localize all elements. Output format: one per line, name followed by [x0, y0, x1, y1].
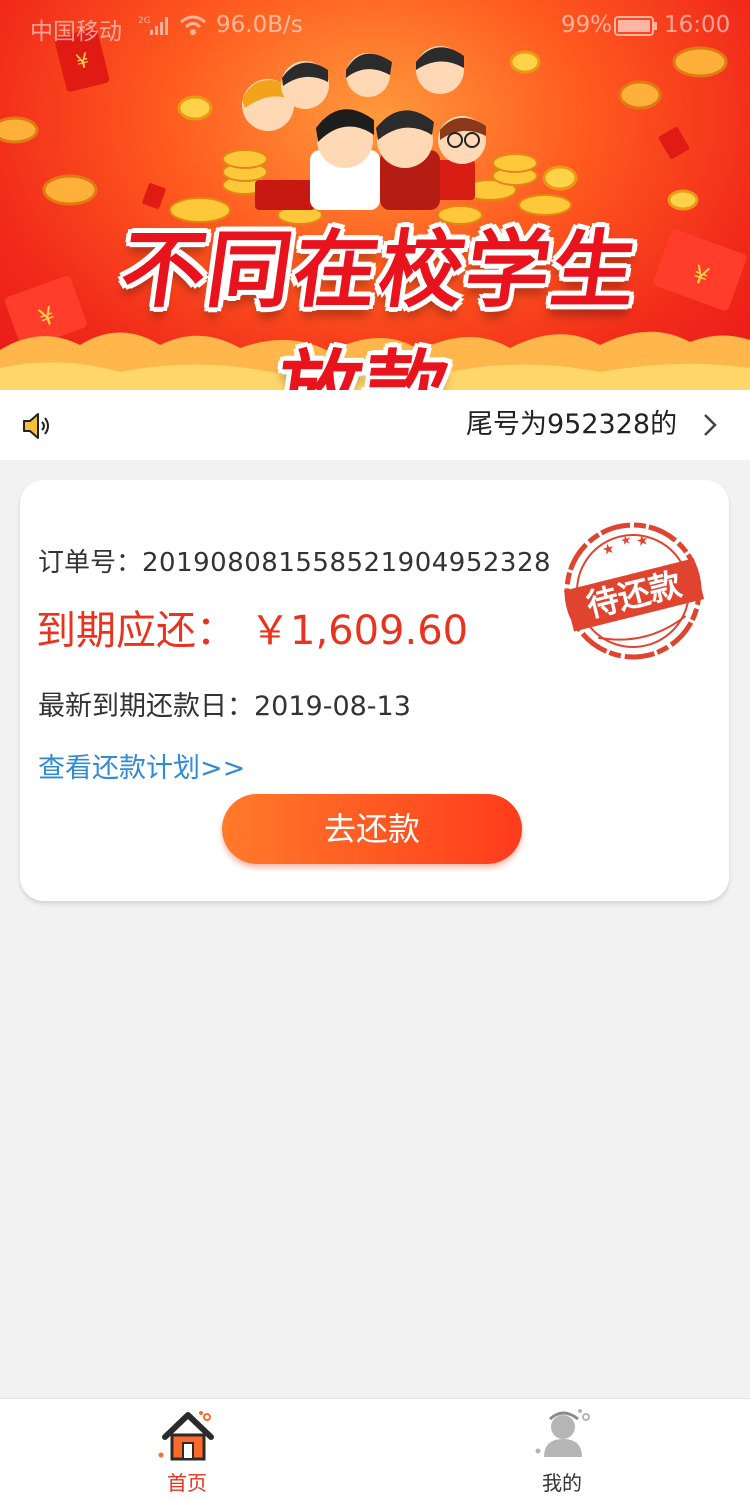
- battery-percent: 99%: [561, 12, 613, 38]
- chevron-right-icon[interactable]: [702, 412, 718, 438]
- tab-home-label: 首页: [167, 1471, 207, 1495]
- order-number-label: 订单号：: [38, 548, 143, 578]
- tab-mine[interactable]: 我的: [482, 1399, 642, 1500]
- svg-text:★: ★: [601, 540, 617, 559]
- svg-text:2G: 2G: [138, 16, 151, 26]
- battery-icon: [614, 16, 657, 36]
- amount-due-row: 到期应还： ￥1,609.60: [36, 598, 468, 656]
- due-date-label: 最新到期还款日：: [38, 691, 254, 722]
- svg-text:★: ★: [634, 532, 650, 551]
- status-bar: 中国移动 2G 96.0B/s 99% 16:00: [0, 0, 750, 52]
- network-speed: 96.0B/s: [216, 12, 303, 38]
- speaker-icon: [23, 413, 49, 439]
- tab-mine-label: 我的: [542, 1471, 582, 1495]
- repay-button[interactable]: 去还款: [222, 794, 522, 864]
- user-icon: [535, 1409, 590, 1457]
- amount-due-label: 到期应还：: [36, 608, 236, 654]
- promo-banner[interactable]: ¥ ¥ ¥ 不同在校学生放款 中国移动 2G 96.0B/s 99% 16:00: [0, 0, 750, 390]
- order-number-value: 20190808155852190495232​8: [142, 548, 552, 578]
- due-date-value: 2019-08-13: [254, 691, 411, 722]
- carrier-label: 中国移动: [30, 19, 122, 45]
- banner-title: 不同在校学生放款: [115, 221, 645, 390]
- bottom-navigation: 首页 我的: [0, 1398, 750, 1500]
- order-number-row: 订单号：20190808155852190495232​8: [38, 542, 551, 579]
- view-repayment-plan-link[interactable]: 查看还款计划>>: [38, 746, 245, 785]
- wifi-icon: [180, 15, 206, 35]
- notice-marquee-text: 尾号为952328的: [466, 409, 678, 440]
- order-card: 订单号：20190808155852190495232​8 到期应还： ￥1,60…: [20, 480, 729, 901]
- pending-repayment-stamp: ★ ★ ★ 待还款: [563, 522, 705, 660]
- clock: 16:00: [664, 12, 731, 38]
- amount-due-value: ￥1,609.60: [250, 608, 469, 654]
- notice-bar[interactable]: 尾号为952328的: [0, 390, 750, 460]
- home-icon: [158, 1411, 214, 1461]
- tab-home[interactable]: 首页: [107, 1399, 267, 1500]
- signal-icon: 2G: [138, 16, 168, 35]
- due-date-row: 最新到期还款日：2019-08-13: [38, 684, 411, 723]
